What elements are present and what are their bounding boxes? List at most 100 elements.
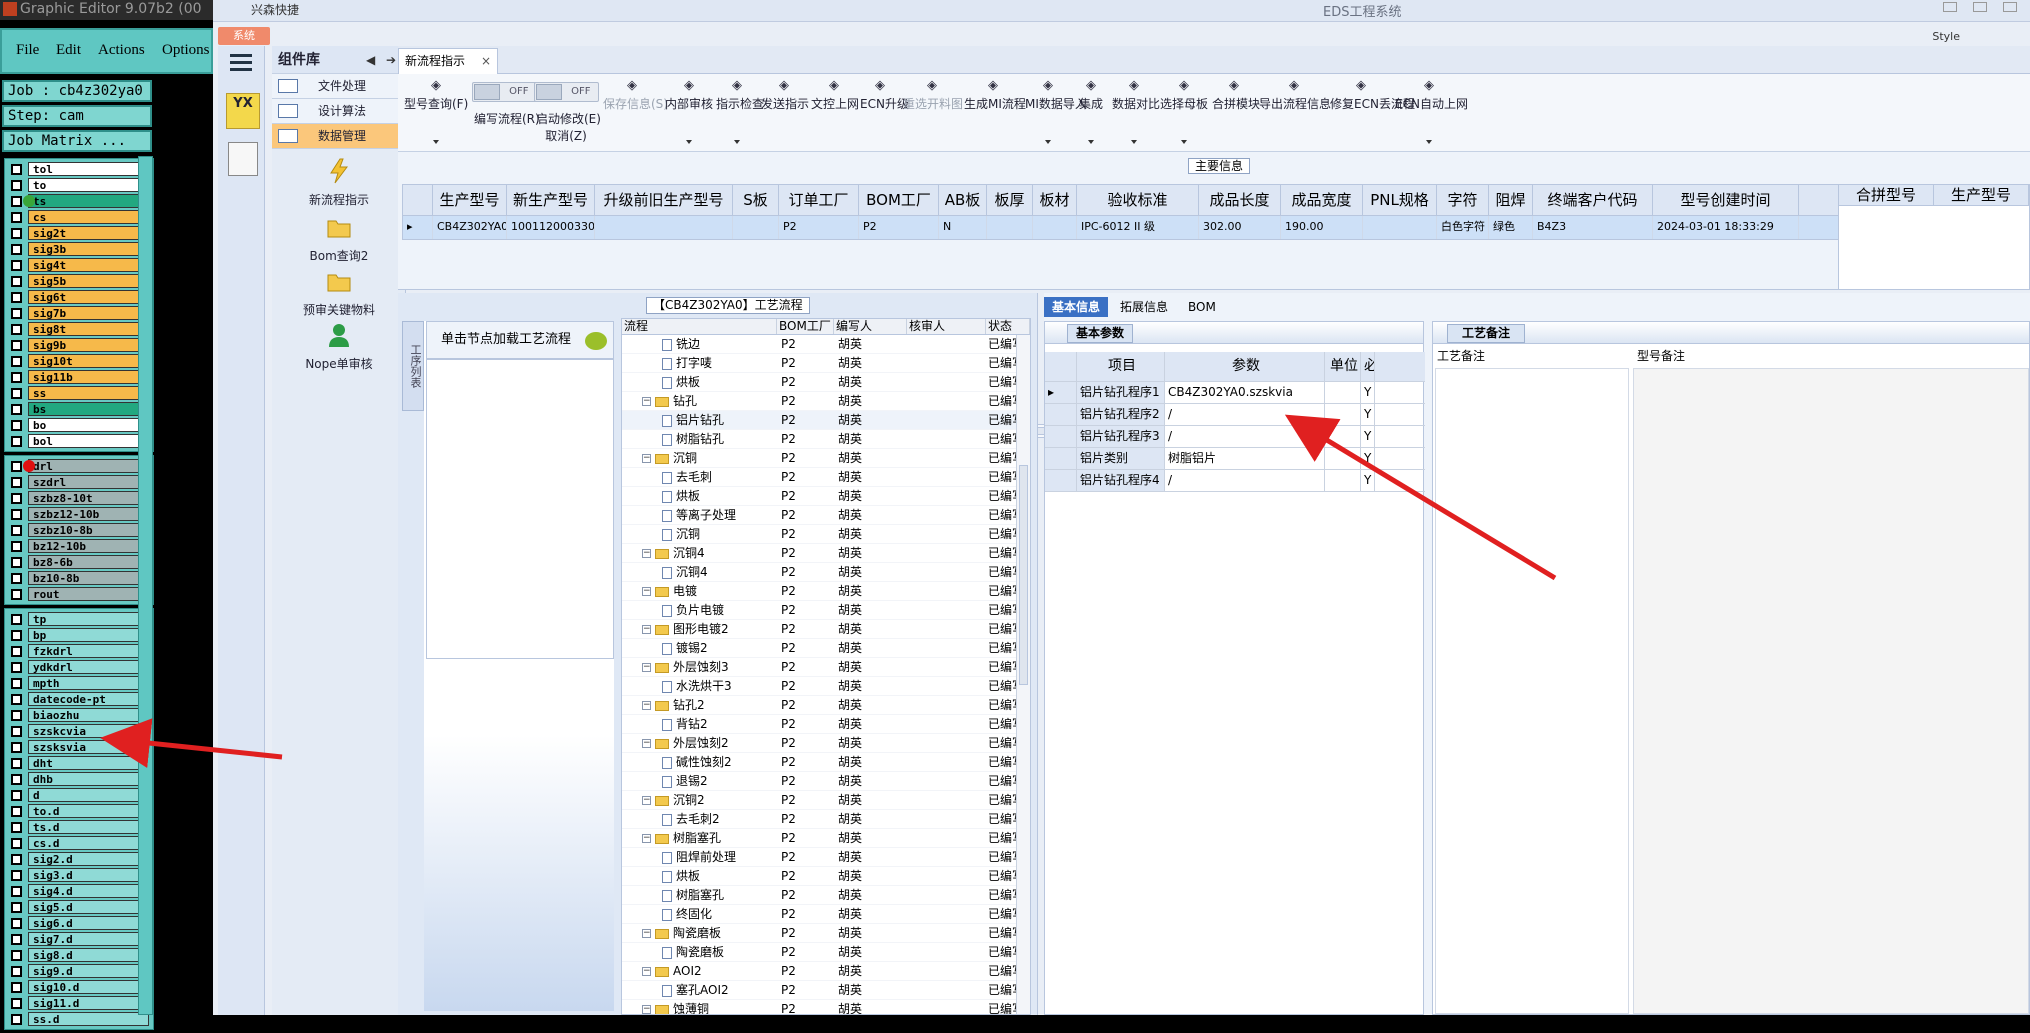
flow-column-header[interactable]: 编写人 (834, 319, 907, 334)
param-row-indicator[interactable] (1045, 404, 1077, 425)
flow-node[interactable]: − 电镀 (622, 582, 777, 600)
param-row-indicator[interactable] (1045, 470, 1077, 491)
layer-checkbox[interactable] (11, 853, 22, 865)
library-item-design-algorithm[interactable]: 设计算法 (272, 99, 405, 124)
style-dropdown[interactable]: Style (1932, 30, 1960, 43)
toolbar-button[interactable]: ◈ 集成 (1073, 74, 1109, 152)
layer-checkbox[interactable] (11, 789, 22, 801)
layer-name[interactable]: fzkdrl (28, 644, 149, 658)
flow-row[interactable]: 铣边 P2 胡英 已编写 (622, 335, 1030, 354)
grid-cell[interactable] (733, 216, 779, 239)
flow-node[interactable]: 镀锡2 (622, 639, 777, 657)
column-header[interactable]: 验收标准 (1077, 185, 1199, 215)
layer-checkbox[interactable] (11, 387, 22, 399)
flow-node[interactable]: 沉铜 (622, 525, 777, 543)
param-row[interactable]: 铝片类别 树脂铝片 Y (1045, 448, 1425, 470)
flow-node[interactable]: 塞孔AOI2 (622, 981, 777, 999)
flow-row[interactable]: 等离子处理 P2 胡英 已编写 (622, 506, 1030, 525)
pin-icon[interactable]: ➔ (386, 46, 396, 74)
flow-node[interactable]: − 沉铜4 (622, 544, 777, 562)
layer-name[interactable]: dht (28, 756, 149, 770)
layer-row[interactable]: bs (7, 401, 151, 417)
flow-node[interactable]: 烘板 (622, 867, 777, 885)
flow-column-header[interactable]: 核审人 (907, 319, 986, 334)
layer-name[interactable]: sig7b (28, 306, 149, 320)
main-info-row[interactable]: ▸CB4Z302YA010011200033032P2P2NIPC-6012 I… (402, 216, 1842, 240)
key-material-review-item[interactable]: 预审关键物料 (272, 268, 406, 318)
flow-node[interactable]: − 钻孔2 (622, 696, 777, 714)
toolbar-button[interactable]: ◈ 内部审核 (665, 74, 713, 152)
layer-name[interactable]: mpth (28, 676, 149, 690)
toolbar-button[interactable]: ◈ 型号查询(F) (404, 74, 468, 152)
collapse-toggle-icon[interactable]: − (642, 549, 651, 558)
layer-checkbox[interactable] (11, 661, 22, 673)
layer-name[interactable]: sig6t (28, 290, 149, 304)
flow-node[interactable]: − 陶瓷磨板 (622, 924, 777, 942)
layer-name[interactable]: sig2.d (28, 852, 149, 866)
flow-node[interactable]: 树脂钻孔 (622, 430, 777, 448)
layer-name[interactable]: ydkdrl (28, 660, 149, 674)
menu-edit[interactable]: Edit (56, 42, 81, 59)
flow-row[interactable]: 负片电镀 P2 胡英 已编写 (622, 601, 1030, 620)
flow-node[interactable]: 去毛刺2 (622, 810, 777, 828)
layer-checkbox[interactable] (11, 195, 22, 207)
flow-node[interactable]: 去毛刺 (622, 468, 777, 486)
toolbar-button[interactable]: ◈ 指示检查 (716, 74, 764, 152)
flow-node[interactable]: 铣边 (622, 335, 777, 353)
flow-row[interactable]: 烘板 P2 胡英 已编写 (622, 487, 1030, 506)
flow-row[interactable]: 背钻2 P2 胡英 已编写 (622, 715, 1030, 734)
flow-node[interactable]: 退锡2 (622, 772, 777, 790)
layer-checkbox[interactable] (11, 997, 22, 1009)
layer-checkbox[interactable] (11, 339, 22, 351)
toolbar-button[interactable]: ◈ ECN自动上网 (1395, 74, 1468, 152)
collapse-toggle-icon[interactable]: − (642, 625, 651, 634)
collapse-left-icon[interactable]: ◀ (366, 46, 375, 74)
column-header[interactable]: BOM工厂 (859, 185, 939, 215)
flow-node[interactable]: − 蚀薄铜 (622, 1000, 777, 1014)
vscroll-thumb[interactable] (1019, 465, 1028, 685)
layer-row[interactable]: sig2t (7, 225, 151, 241)
layer-row[interactable]: bz8-6b (7, 554, 151, 570)
column-header[interactable]: S板 (733, 185, 779, 215)
layer-row[interactable]: szskcvia (7, 723, 151, 739)
collapse-toggle-icon[interactable]: − (642, 587, 651, 596)
layer-row[interactable]: d (7, 787, 151, 803)
layer-row[interactable]: ts.d (7, 819, 151, 835)
flow-node[interactable]: 负片电镀 (622, 601, 777, 619)
layer-row[interactable]: sig7b (7, 305, 151, 321)
layer-checkbox[interactable] (11, 885, 22, 897)
collapse-toggle-icon[interactable]: − (642, 739, 651, 748)
collapse-toggle-icon[interactable]: − (642, 1005, 651, 1014)
layer-name[interactable]: bo (28, 418, 149, 432)
toggle-knob[interactable] (535, 84, 562, 100)
flow-node[interactable]: 等离子处理 (622, 506, 777, 524)
layer-name[interactable]: to.d (28, 804, 149, 818)
system-tab[interactable]: 系统 (218, 27, 270, 45)
flow-row[interactable]: − 陶瓷磨板 P2 胡英 已编写 (622, 924, 1030, 943)
layer-name[interactable]: drl (28, 459, 149, 473)
flow-row[interactable]: 塞孔AOI2 P2 胡英 已编写 (622, 981, 1030, 1000)
layer-checkbox[interactable] (11, 371, 22, 383)
layer-checkbox[interactable] (11, 949, 22, 961)
layer-row[interactable]: bz10-8b (7, 570, 151, 586)
layer-checkbox[interactable] (11, 757, 22, 769)
flow-row[interactable]: − AOI2 P2 胡英 已编写 (622, 962, 1030, 981)
flow-node[interactable]: 陶瓷磨板 (622, 943, 777, 961)
layer-checkbox[interactable] (11, 741, 22, 753)
collapse-toggle-icon[interactable]: − (642, 454, 651, 463)
layer-row[interactable]: ts (7, 193, 151, 209)
flow-node[interactable]: 铝片钻孔 (622, 411, 777, 429)
flow-node[interactable]: − 钻孔 (622, 392, 777, 410)
flow-column-header[interactable]: 流程 (622, 319, 777, 334)
layer-checkbox[interactable] (11, 524, 22, 536)
flow-node[interactable]: − 图形电镀2 (622, 620, 777, 638)
layer-row[interactable]: cs.d (7, 835, 151, 851)
layer-row[interactable]: cs (7, 209, 151, 225)
column-header[interactable]: 生产型号 (433, 185, 507, 215)
layer-name[interactable]: sig8.d (28, 948, 149, 962)
param-column-header[interactable]: 单位 (1325, 352, 1361, 381)
layer-name[interactable]: ss.d (28, 1012, 149, 1026)
menu-actions[interactable]: Actions (98, 42, 145, 59)
layer-row[interactable]: drl (7, 458, 151, 474)
layer-checkbox[interactable] (11, 645, 22, 657)
